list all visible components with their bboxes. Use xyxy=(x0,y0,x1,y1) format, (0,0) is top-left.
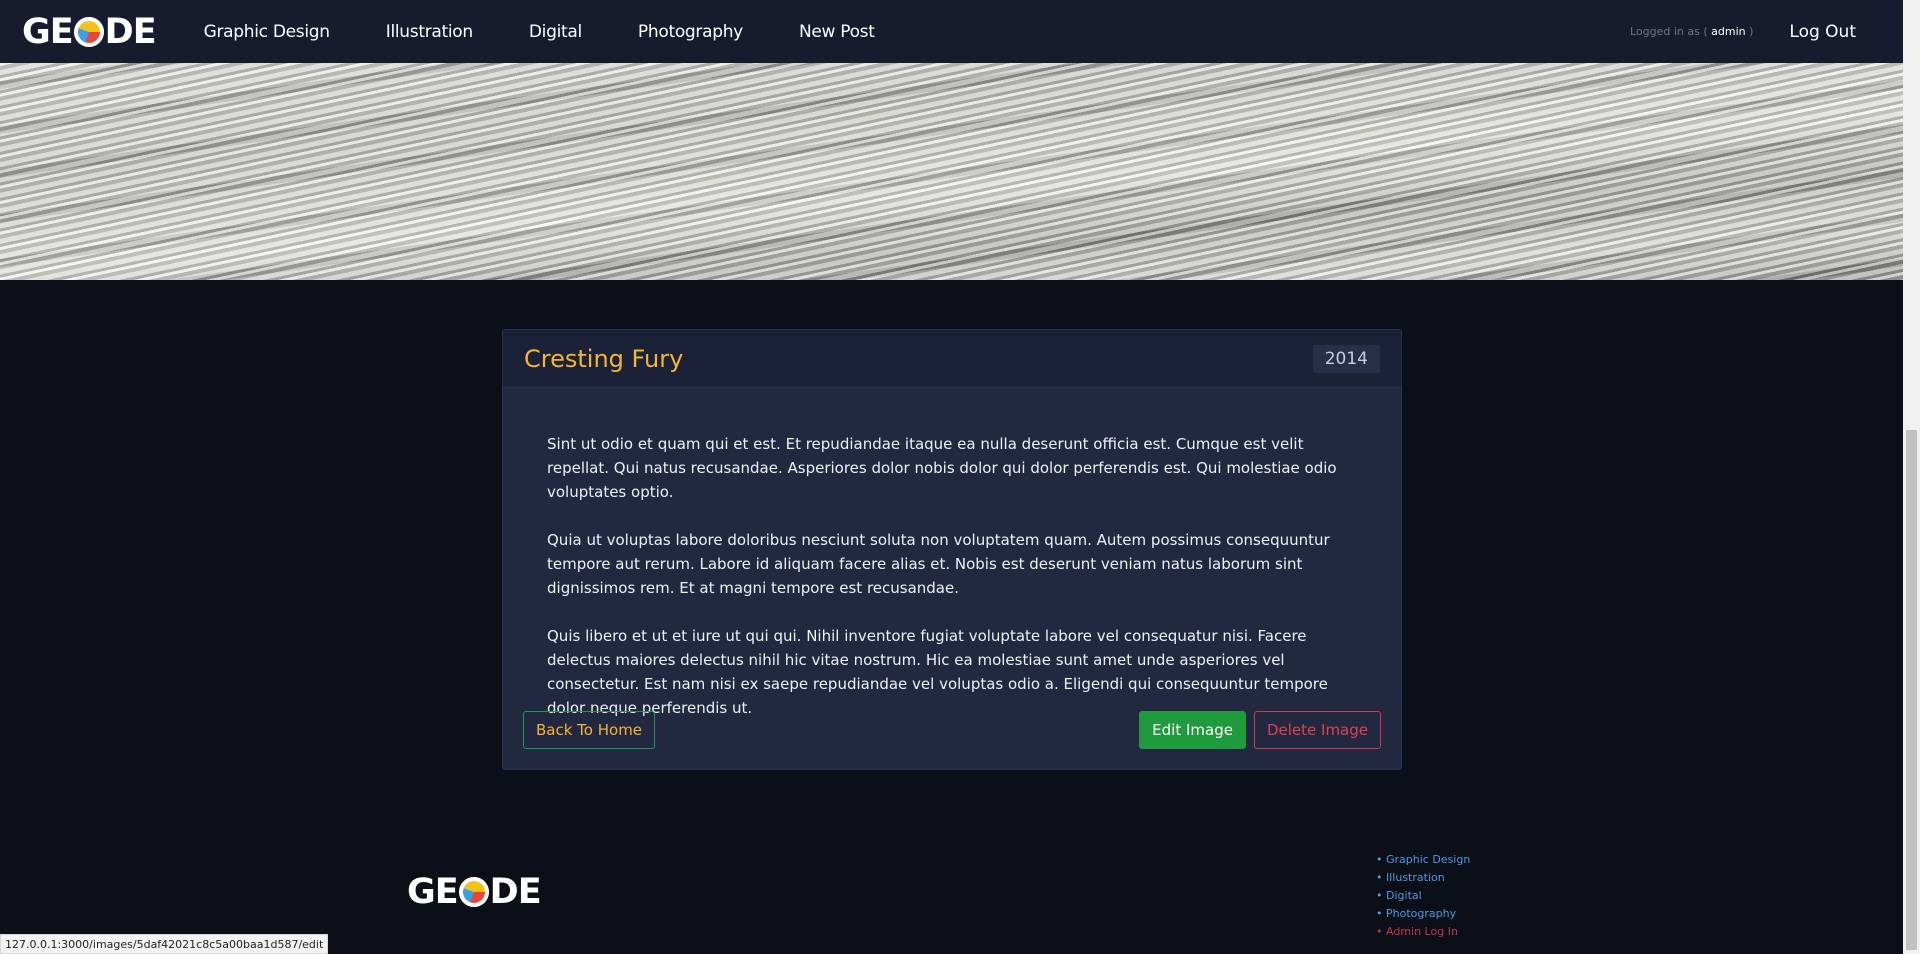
footer-link-illustration[interactable]: Illustration xyxy=(1376,869,1470,887)
logged-in-status: Logged in as ( admin ) xyxy=(1630,25,1753,38)
logout-link[interactable]: Log Out xyxy=(1789,22,1856,42)
post-paragraph: Quis libero et ut et iure ut qui qui. Ni… xyxy=(547,627,1328,717)
status-bar-url: 127.0.0.1:3000/images/5daf42021c8c5a00ba… xyxy=(0,934,329,954)
nav-link-illustration[interactable]: Illustration xyxy=(386,22,473,42)
post-title: Cresting Fury xyxy=(524,344,684,373)
back-to-home-button[interactable]: Back To Home xyxy=(523,711,656,749)
footer-links: Graphic Design Illustration Digital Phot… xyxy=(1376,851,1470,941)
post-body: Sint ut odio et quam qui et est. Et repu… xyxy=(503,388,1401,720)
footer-link-admin-login[interactable]: Admin Log In xyxy=(1376,923,1470,941)
hero-image-waves xyxy=(0,63,1903,280)
footer-link-graphic-design[interactable]: Graphic Design xyxy=(1376,851,1470,869)
delete-image-button[interactable]: Delete Image xyxy=(1253,711,1381,749)
nav-right: Logged in as ( admin ) Log Out xyxy=(1630,22,1856,42)
logo-ball-icon xyxy=(73,16,104,47)
footer-logo-text-left: GE xyxy=(407,872,459,912)
page-scrollbar[interactable] xyxy=(1903,0,1920,954)
nav-links: Graphic Design Illustration Digital Phot… xyxy=(204,22,931,42)
scrollbar-thumb[interactable] xyxy=(1906,430,1917,950)
footer-logo-ball-icon xyxy=(458,877,489,907)
edit-image-button[interactable]: Edit Image xyxy=(1139,711,1246,749)
nav-link-photography[interactable]: Photography xyxy=(638,22,743,42)
post-card-footer: Back To Home Edit Image Delete Image xyxy=(523,711,1381,749)
action-buttons: Edit Image Delete Image xyxy=(1139,711,1381,749)
post-card-header: Cresting Fury 2014 xyxy=(503,330,1401,388)
logged-in-suffix: ) xyxy=(1749,25,1754,38)
site-logo[interactable]: GE DE xyxy=(22,11,157,52)
top-navbar: GE DE Graphic Design Illustration Digital… xyxy=(0,0,1903,63)
nav-link-new-post[interactable]: New Post xyxy=(799,22,875,42)
footer-link-digital[interactable]: Digital xyxy=(1376,887,1470,905)
footer-link-photography[interactable]: Photography xyxy=(1376,905,1470,923)
post-card: Cresting Fury 2014 Sint ut odio et quam … xyxy=(502,329,1402,770)
post-paragraph: Sint ut odio et quam qui et est. Et repu… xyxy=(547,435,1337,501)
logo-text-left: GE xyxy=(22,11,74,52)
logo-text-right: DE xyxy=(104,11,157,52)
post-paragraph: Quia ut voluptas labore doloribus nesciu… xyxy=(547,531,1330,597)
nav-link-graphic-design[interactable]: Graphic Design xyxy=(204,22,330,42)
nav-link-digital[interactable]: Digital xyxy=(529,22,582,42)
footer-logo-text-right: DE xyxy=(489,872,542,912)
footer-logo[interactable]: GE DE xyxy=(407,872,542,912)
year-badge: 2014 xyxy=(1312,344,1380,373)
logged-in-username: admin xyxy=(1711,25,1746,38)
logged-in-prefix: Logged in as ( xyxy=(1629,25,1708,38)
